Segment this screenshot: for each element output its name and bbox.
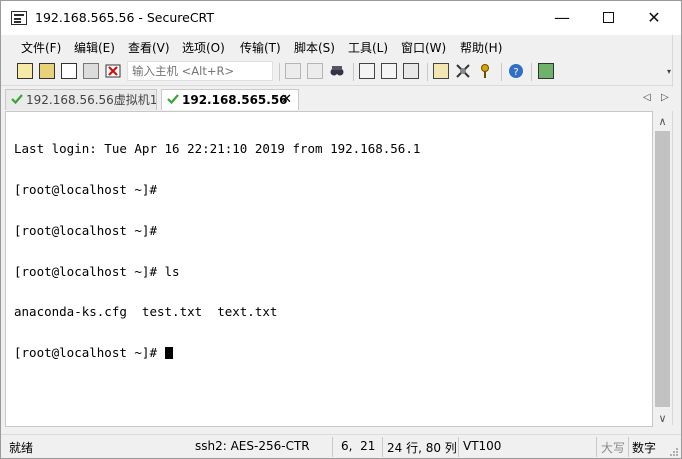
status-separator bbox=[382, 437, 383, 457]
status-separator bbox=[596, 437, 597, 457]
help-icon[interactable]: ? bbox=[508, 63, 524, 79]
tab-scroll-left-icon[interactable]: ◁ bbox=[643, 92, 651, 103]
status-num-lock: 数字 bbox=[632, 441, 657, 455]
menu-options[interactable]: 选项(O) bbox=[182, 39, 225, 56]
maximize-icon bbox=[602, 11, 614, 23]
status-ready: 就绪 bbox=[9, 441, 34, 455]
tab-close-icon[interactable]: ✕ bbox=[281, 90, 292, 110]
status-terminal-size: 24 行, 80 列 bbox=[387, 441, 457, 455]
reconnect-icon[interactable] bbox=[83, 63, 99, 79]
scrollbar-thumb[interactable] bbox=[655, 131, 670, 407]
quick-connect-icon[interactable] bbox=[39, 63, 55, 79]
terminal-prompt-line: [root@localhost ~]# bbox=[14, 346, 420, 360]
toolbar: ? bbox=[1, 59, 681, 86]
securecrt-window: 192.168.565.56 - SecureCRT — ✕ 文件(F) 编辑(… bbox=[0, 0, 682, 459]
print-icon[interactable] bbox=[359, 63, 375, 79]
tab-label: 192.168.56.56虚拟机1 bbox=[26, 93, 157, 107]
tab-session-1[interactable]: 192.168.56.56虚拟机1 bbox=[5, 89, 157, 110]
tab-label: 192.168.565.56 bbox=[182, 93, 288, 107]
tab-bar: 192.168.56.56虚拟机1 192.168.565.56 ✕ ◁ ▷ bbox=[1, 87, 681, 111]
close-button[interactable]: ✕ bbox=[631, 1, 677, 35]
menu-window[interactable]: 窗口(W) bbox=[401, 39, 446, 56]
print-selection-icon[interactable] bbox=[381, 63, 397, 79]
printer-setup-icon[interactable] bbox=[403, 63, 419, 79]
vertical-scrollbar[interactable]: ∧ ∨ bbox=[653, 113, 672, 427]
title-bar: 192.168.565.56 - SecureCRT — ✕ bbox=[1, 1, 681, 35]
menu-tools[interactable]: 工具(L) bbox=[348, 39, 388, 56]
toolbar-separator bbox=[531, 63, 532, 81]
status-caps-lock: 大写 bbox=[601, 441, 626, 455]
terminal-line: [root@localhost ~]# ls bbox=[14, 263, 180, 279]
terminal-line: anaconda-ks.cfg test.txt text.txt bbox=[14, 304, 278, 320]
menu-script[interactable]: 脚本(S) bbox=[294, 39, 335, 56]
tab-session-2[interactable]: 192.168.565.56 ✕ bbox=[161, 89, 299, 110]
connected-check-icon bbox=[11, 94, 23, 105]
terminal-prompt: [root@localhost ~]# bbox=[14, 345, 165, 361]
paste-icon[interactable] bbox=[307, 63, 323, 79]
text-cursor bbox=[164, 347, 173, 360]
toolbar-separator bbox=[427, 63, 428, 81]
toolbar-separator bbox=[279, 63, 280, 81]
menu-help[interactable]: 帮助(H) bbox=[460, 39, 502, 56]
toolbar-separator bbox=[353, 63, 354, 81]
terminal-output: Last login: Tue Apr 16 22:21:10 2019 fro… bbox=[14, 115, 420, 387]
toolbar-separator bbox=[501, 63, 502, 81]
keymap-icon[interactable] bbox=[477, 63, 493, 79]
minimize-button[interactable]: — bbox=[539, 1, 585, 35]
menu-edit[interactable]: 编辑(E) bbox=[74, 39, 115, 56]
window-title: 192.168.565.56 - SecureCRT bbox=[35, 10, 214, 25]
menu-bar: 文件(F) 编辑(E) 查看(V) 选项(O) 传输(T) 脚本(S) 工具(L… bbox=[1, 36, 681, 58]
connect-icon[interactable] bbox=[17, 63, 33, 79]
toolbar-overflow-icon[interactable]: ▾ bbox=[667, 67, 671, 76]
resize-grip-icon[interactable] bbox=[669, 447, 679, 457]
disconnect-icon[interactable] bbox=[105, 63, 121, 79]
status-cursor-position: 6, 21 bbox=[341, 439, 376, 453]
sftp-icon[interactable] bbox=[538, 63, 554, 79]
scroll-down-icon[interactable]: ∨ bbox=[653, 410, 672, 427]
status-separator bbox=[628, 437, 629, 457]
terminal-line: Last login: Tue Apr 16 22:21:10 2019 fro… bbox=[14, 141, 421, 157]
tab-scroll-right-icon[interactable]: ▷ bbox=[661, 92, 669, 103]
find-icon[interactable] bbox=[329, 63, 345, 79]
status-separator bbox=[332, 437, 333, 457]
copy-icon[interactable] bbox=[285, 63, 301, 79]
connected-check-icon bbox=[167, 94, 179, 105]
connect-in-tab-icon[interactable] bbox=[61, 63, 77, 79]
svg-text:?: ? bbox=[513, 67, 518, 78]
menu-view[interactable]: 查看(V) bbox=[128, 39, 170, 56]
session-options-icon[interactable] bbox=[433, 63, 449, 79]
status-separator bbox=[458, 437, 459, 457]
terminal-line: [root@localhost ~]# bbox=[14, 181, 157, 197]
scroll-up-icon[interactable]: ∧ bbox=[653, 113, 672, 130]
terminal-line: [root@localhost ~]# bbox=[14, 222, 157, 238]
menu-file[interactable]: 文件(F) bbox=[21, 39, 61, 56]
status-emulation: VT100 bbox=[463, 439, 502, 453]
menu-transfer[interactable]: 传输(T) bbox=[240, 39, 281, 56]
maximize-button[interactable] bbox=[585, 1, 631, 35]
terminal-area[interactable]: Last login: Tue Apr 16 22:21:10 2019 fro… bbox=[5, 111, 653, 427]
status-cipher: ssh2: AES-256-CTR bbox=[195, 439, 310, 453]
securecrt-app-icon[interactable] bbox=[11, 11, 27, 25]
global-options-icon[interactable] bbox=[455, 63, 471, 79]
host-input[interactable] bbox=[127, 61, 273, 81]
status-bar: 就绪 ssh2: AES-256-CTR 6, 21 24 行, 80 列 VT… bbox=[1, 434, 681, 458]
